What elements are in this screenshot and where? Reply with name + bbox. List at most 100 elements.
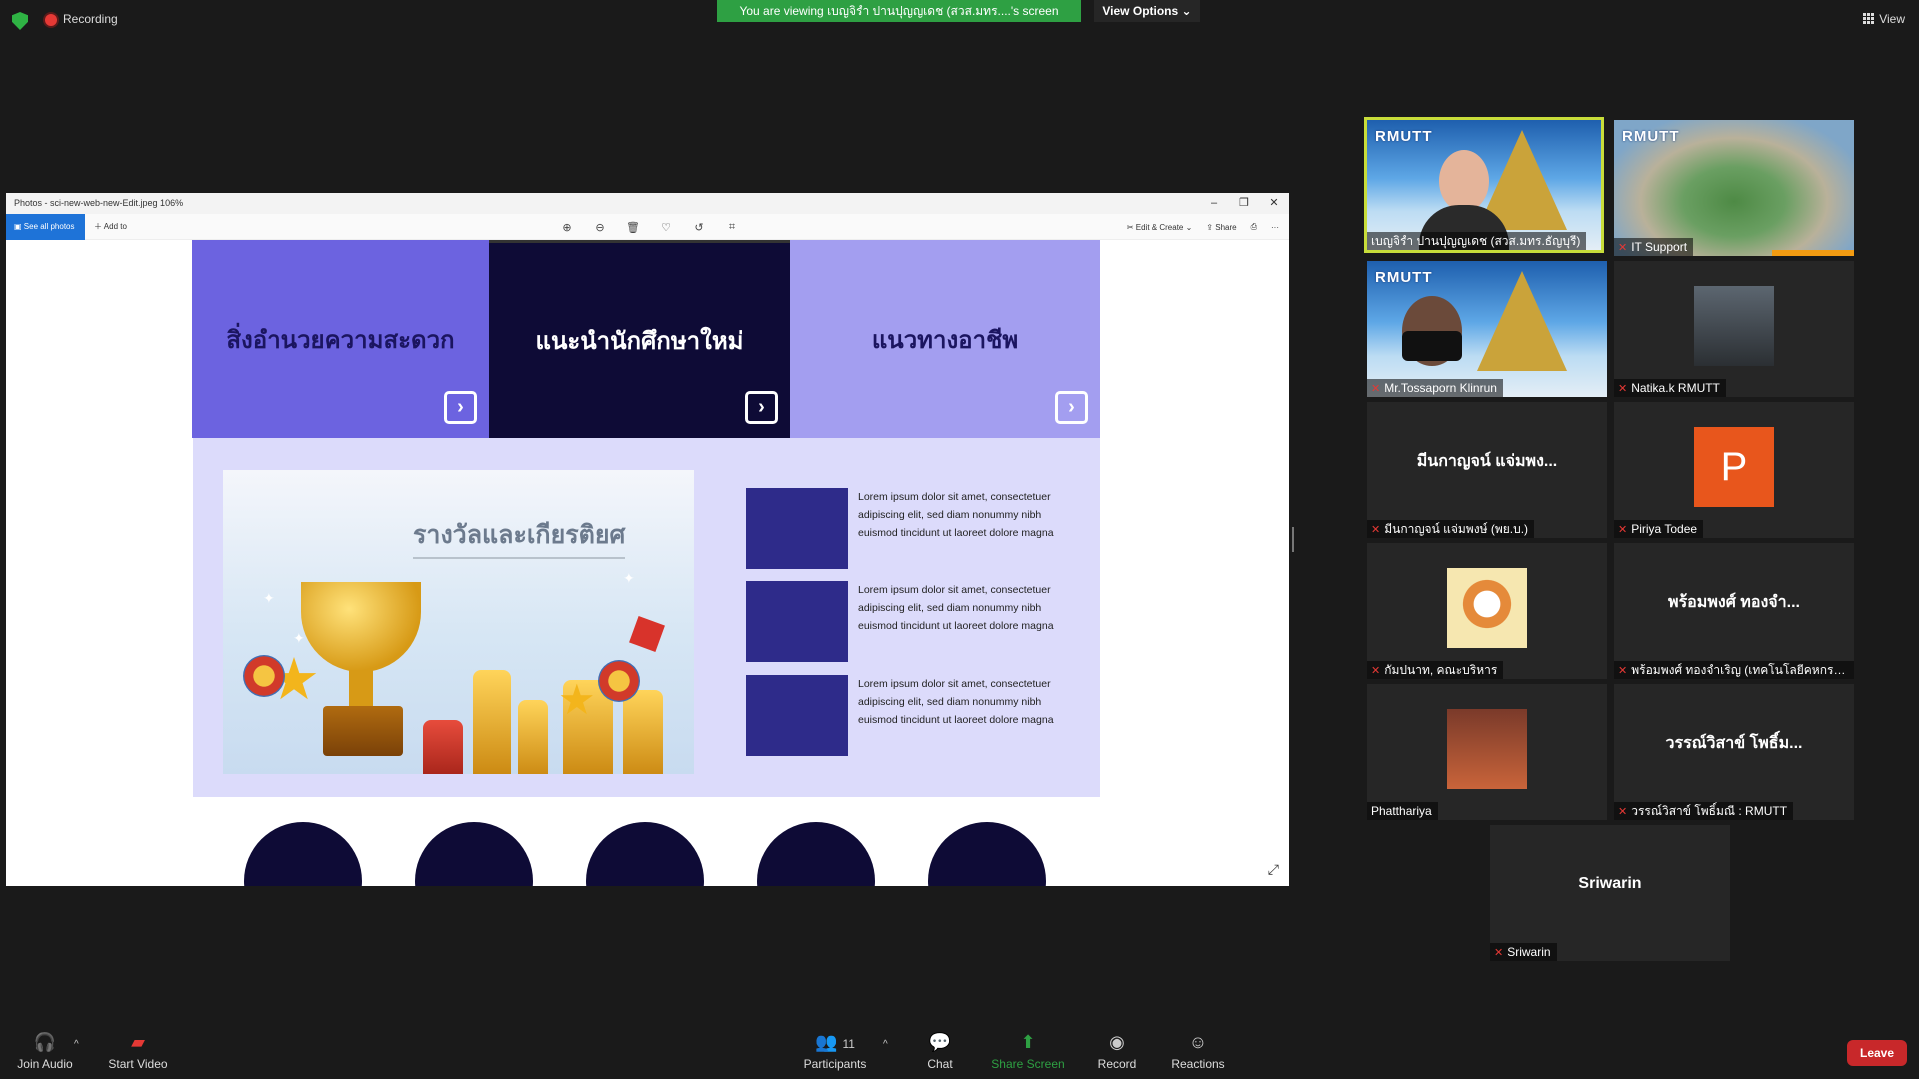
record-label: Record	[1097, 1057, 1137, 1071]
zoom-in-icon[interactable]: ⊕	[558, 221, 576, 234]
mic-muted-icon: ✕	[1618, 242, 1628, 254]
close-icon[interactable]: ✕	[1259, 193, 1289, 214]
arrow-right-icon: ›	[1055, 391, 1088, 424]
restore-icon[interactable]: ❐	[1229, 193, 1259, 214]
fullscreen-expand-icon[interactable]: ⤢	[1268, 861, 1279, 878]
audio-options-caret-icon[interactable]: ^	[74, 1039, 79, 1050]
new-students-tile-label: แนะนำนักศึกษาใหม่	[535, 328, 744, 355]
participant-tile[interactable]: ✕ Natika.k RMUTT	[1614, 261, 1854, 397]
leave-button[interactable]: Leave	[1847, 1040, 1907, 1066]
participant-name: เบญจิรำ ปานปุญญเดช (สวส.มทร.ธัญบุรี)	[1367, 232, 1587, 250]
favorite-heart-icon[interactable]: ♡	[657, 221, 675, 234]
mic-muted-icon: ✕	[1618, 806, 1628, 818]
participant-name: Piriya Todee	[1631, 522, 1698, 536]
rmutt-logo: RMUTT	[1375, 269, 1433, 286]
orange-accent	[1772, 250, 1854, 256]
chevron-down-icon: ⌄	[1181, 4, 1192, 18]
participant-tile[interactable]: วรรณ์วิสาข์ โพธิ์ม... ✕ วรรณ์วิสาข์ โพธิ์…	[1614, 684, 1854, 820]
participant-display-name: วรรณ์วิสาข์ โพธิ์ม...	[1665, 734, 1803, 752]
participant-tile[interactable]: RMUTT เบญจิรำ ปานปุญญเดช (สวส.มทร.ธัญบุร…	[1364, 117, 1604, 253]
headphones-icon: 🎧	[33, 1032, 57, 1052]
careers-tile: แนวทางอาชีพ ›	[790, 240, 1100, 438]
participant-tile[interactable]: ✕ กัมปนาท, คณะบริหาร	[1367, 543, 1607, 679]
chat-button[interactable]: 💬 Chat	[920, 1031, 960, 1071]
mic-muted-icon: ✕	[1371, 524, 1381, 536]
photos-titlebar: Photos - sci-new-web-new-Edit.jpeg 106% …	[6, 193, 1289, 214]
see-all-photos-label: See all photos	[23, 222, 75, 231]
zoom-out-icon[interactable]: ⊖	[591, 221, 609, 234]
record-icon: ◉	[1109, 1032, 1125, 1052]
encryption-shield-icon[interactable]	[12, 12, 28, 30]
participants-options-caret-icon[interactable]: ^	[883, 1039, 888, 1050]
photos-toolbar: ▣ See all photos ＋ Add to ⊕ ⊖ 🗑 ♡ ↺ ⌗ ✂ …	[6, 214, 1289, 240]
share-screen-button[interactable]: ⬆ Share Screen	[990, 1031, 1066, 1071]
participant-tile[interactable]: RMUTT ✕ Mr.Tossaporn Klinrun	[1367, 261, 1607, 397]
more-options-icon[interactable]: ···	[1271, 223, 1279, 232]
new-students-tile: แนะนำนักศึกษาใหม่ ›	[489, 240, 790, 438]
add-to-button[interactable]: ＋ Add to	[94, 214, 127, 240]
mic-muted-icon: ✕	[1618, 524, 1628, 536]
participant-tile[interactable]: พร้อมพงศ์ ทองจำ... ✕ พร้อมพงศ์ ทองจำเริญ …	[1614, 543, 1854, 679]
reactions-button[interactable]: ☺ Reactions	[1170, 1031, 1226, 1071]
rosette-icon	[243, 655, 285, 697]
participant-name: Sriwarin	[1507, 945, 1551, 959]
participants-button[interactable]: 👥 11 Participants	[803, 1031, 867, 1071]
careers-tile-label: แนวทางอาชีพ	[871, 326, 1019, 354]
circle-shape	[415, 822, 533, 886]
photos-window-title: Photos - sci-new-web-new-Edit.jpeg 106%	[14, 198, 184, 208]
photos-toolbar-right: ✂ Edit & Create ⌄ ⇪ Share ⎙ ···	[1127, 214, 1279, 240]
face-mask	[1402, 331, 1462, 361]
mic-muted-icon: ✕	[1494, 947, 1504, 959]
chat-label: Chat	[927, 1057, 953, 1071]
participant-tile[interactable]: มีนกาญจน์ แจ่มพง... ✕ มีนกาญจน์ แจ่มพงษ์ …	[1367, 402, 1607, 538]
participant-name: IT Support	[1631, 240, 1688, 254]
record-button[interactable]: ◉ Record	[1095, 1031, 1139, 1071]
participant-name: กัมปนาท, คณะบริหาร	[1384, 663, 1498, 677]
start-video-button[interactable]: ▰ Start Video	[106, 1031, 170, 1071]
edit-create-button[interactable]: ✂ Edit & Create ⌄	[1127, 223, 1192, 232]
minimize-icon[interactable]: –	[1199, 193, 1229, 214]
pagoda-background	[1477, 271, 1567, 371]
facilities-tile-label: สิ่งอำนวยความสะดวก	[226, 326, 455, 354]
participant-tile[interactable]: RMUTT ✕ IT Support	[1614, 120, 1854, 256]
circle-row	[6, 797, 1289, 886]
content-block-square	[746, 675, 848, 756]
awards-title: รางวัลและเกียรติยศ	[413, 515, 626, 559]
initial-avatar: P	[1694, 427, 1774, 507]
lorem-paragraph: Lorem ipsum dolor sit amet, consectetuer…	[858, 584, 1054, 632]
join-audio-button[interactable]: 🎧 Join Audio	[16, 1031, 74, 1071]
participant-name: Natika.k RMUTT	[1631, 381, 1720, 395]
view-options-button[interactable]: View Options ⌄	[1094, 0, 1200, 22]
facilities-tile: สิ่งอำนวยความสะดวก ›	[192, 240, 489, 438]
rotate-icon[interactable]: ↺	[690, 221, 708, 234]
participants-icon: 👥 11	[815, 1032, 855, 1052]
meeting-toolbar: 🎧 Join Audio ^ ▰ Start Video 👥 11 Partic…	[0, 1023, 1919, 1079]
rosette-icon	[598, 660, 640, 702]
splitter-handle[interactable]	[1292, 527, 1294, 552]
photo-tools: ⊕ ⊖ 🗑 ♡ ↺ ⌗	[558, 214, 741, 240]
see-all-photos-button[interactable]: ▣ See all photos	[6, 214, 85, 240]
participant-tile[interactable]: Sriwarin ✕ Sriwarin	[1490, 825, 1730, 961]
crop-icon[interactable]: ⌗	[723, 221, 741, 234]
chat-bubble-icon: 💬	[928, 1032, 952, 1052]
circle-shape	[586, 822, 704, 886]
mic-muted-icon: ✕	[1371, 383, 1381, 395]
circle-shape	[757, 822, 875, 886]
share-button[interactable]: ⇪ Share	[1206, 223, 1236, 232]
sparkle-icon: ✦	[623, 570, 635, 586]
participant-name: วรรณ์วิสาข์ โพธิ์มณี : RMUTT	[1631, 804, 1788, 818]
participant-tile[interactable]: P ✕ Piriya Todee	[1614, 402, 1854, 538]
print-icon[interactable]: ⎙	[1251, 222, 1257, 232]
view-button[interactable]: View	[1863, 12, 1905, 26]
delete-icon[interactable]: 🗑	[624, 221, 642, 234]
participant-name: Mr.Tossaporn Klinrun	[1384, 381, 1497, 395]
viewing-screen-banner: You are viewing เบญจิรำ ปานปุญญเดช (สวส.…	[717, 0, 1081, 22]
participant-tile[interactable]: Phatthariya	[1367, 684, 1607, 820]
participant-count: 11	[842, 1037, 855, 1051]
arrow-right-icon: ›	[745, 391, 778, 424]
gold-star-icon: ★	[558, 676, 596, 723]
mic-muted-icon: ✕	[1618, 383, 1628, 395]
rmutt-logo: RMUTT	[1622, 128, 1680, 145]
participant-face	[1439, 150, 1489, 212]
mic-muted-icon: ✕	[1371, 665, 1381, 677]
